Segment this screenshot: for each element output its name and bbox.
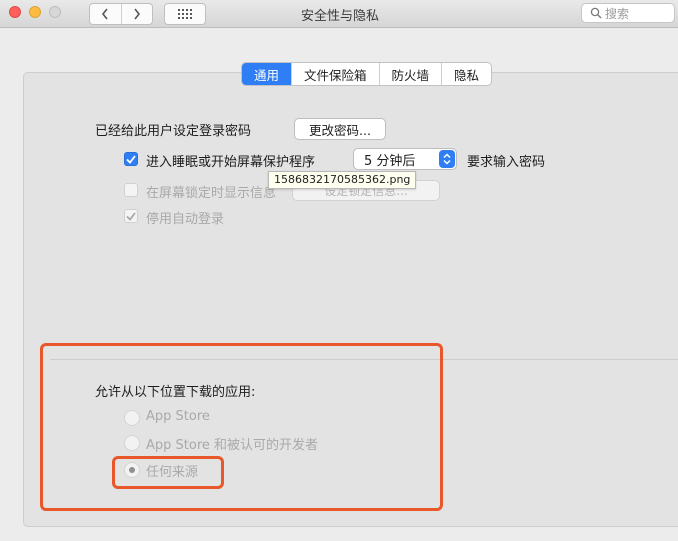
navigation-buttons bbox=[89, 3, 153, 25]
change-password-button[interactable]: 更改密码... bbox=[294, 118, 386, 140]
tab-firewall[interactable]: 防火墙 bbox=[378, 63, 442, 85]
filename-tooltip: 1586832170585362.png bbox=[268, 171, 417, 189]
chevron-left-icon bbox=[102, 8, 108, 20]
tab-general[interactable]: 通用 bbox=[242, 63, 292, 85]
password-delay-select[interactable]: 5 分钟后 bbox=[353, 148, 457, 170]
checkmark-icon bbox=[126, 211, 136, 221]
search-field[interactable]: 搜索 bbox=[581, 3, 675, 23]
zoom-window-button[interactable] bbox=[49, 6, 61, 18]
search-placeholder: 搜索 bbox=[605, 6, 630, 21]
checkmark-icon bbox=[126, 154, 136, 164]
close-window-button[interactable] bbox=[9, 6, 21, 18]
highlight-box-downloads bbox=[40, 343, 443, 511]
password-delay-value: 5 分钟后 bbox=[364, 153, 416, 169]
sleep-require-password-checkbox[interactable] bbox=[124, 152, 138, 166]
lock-message-label: 在屏幕锁定时显示信息 bbox=[146, 186, 277, 201]
title-bar: 安全性与隐私 搜索 bbox=[0, 0, 678, 28]
back-button[interactable] bbox=[90, 4, 121, 24]
password-set-text: 已经给此用户设定登录密码 bbox=[95, 124, 252, 139]
sleep-checkbox-label: 进入睡眠或开始屏幕保护程序 bbox=[146, 155, 316, 170]
search-icon bbox=[590, 7, 602, 19]
forward-button[interactable] bbox=[120, 4, 153, 24]
minimize-window-button[interactable] bbox=[29, 6, 41, 18]
lock-message-checkbox[interactable] bbox=[124, 183, 138, 197]
tab-privacy[interactable]: 隐私 bbox=[441, 63, 491, 85]
require-password-text: 要求输入密码 bbox=[467, 155, 546, 170]
chevron-right-icon bbox=[134, 8, 140, 20]
show-all-button[interactable] bbox=[164, 3, 206, 25]
disable-autologin-label: 停用自动登录 bbox=[146, 212, 225, 227]
highlight-box-anywhere bbox=[112, 456, 224, 489]
tab-bar: 通用 文件保险箱 防火墙 隐私 bbox=[241, 62, 493, 86]
updown-arrows-icon bbox=[439, 150, 455, 168]
grid-icon bbox=[178, 9, 192, 19]
disable-autologin-checkbox[interactable] bbox=[124, 209, 138, 223]
window-title: 安全性与隐私 bbox=[300, 9, 379, 24]
tab-filevault[interactable]: 文件保险箱 bbox=[291, 63, 379, 85]
